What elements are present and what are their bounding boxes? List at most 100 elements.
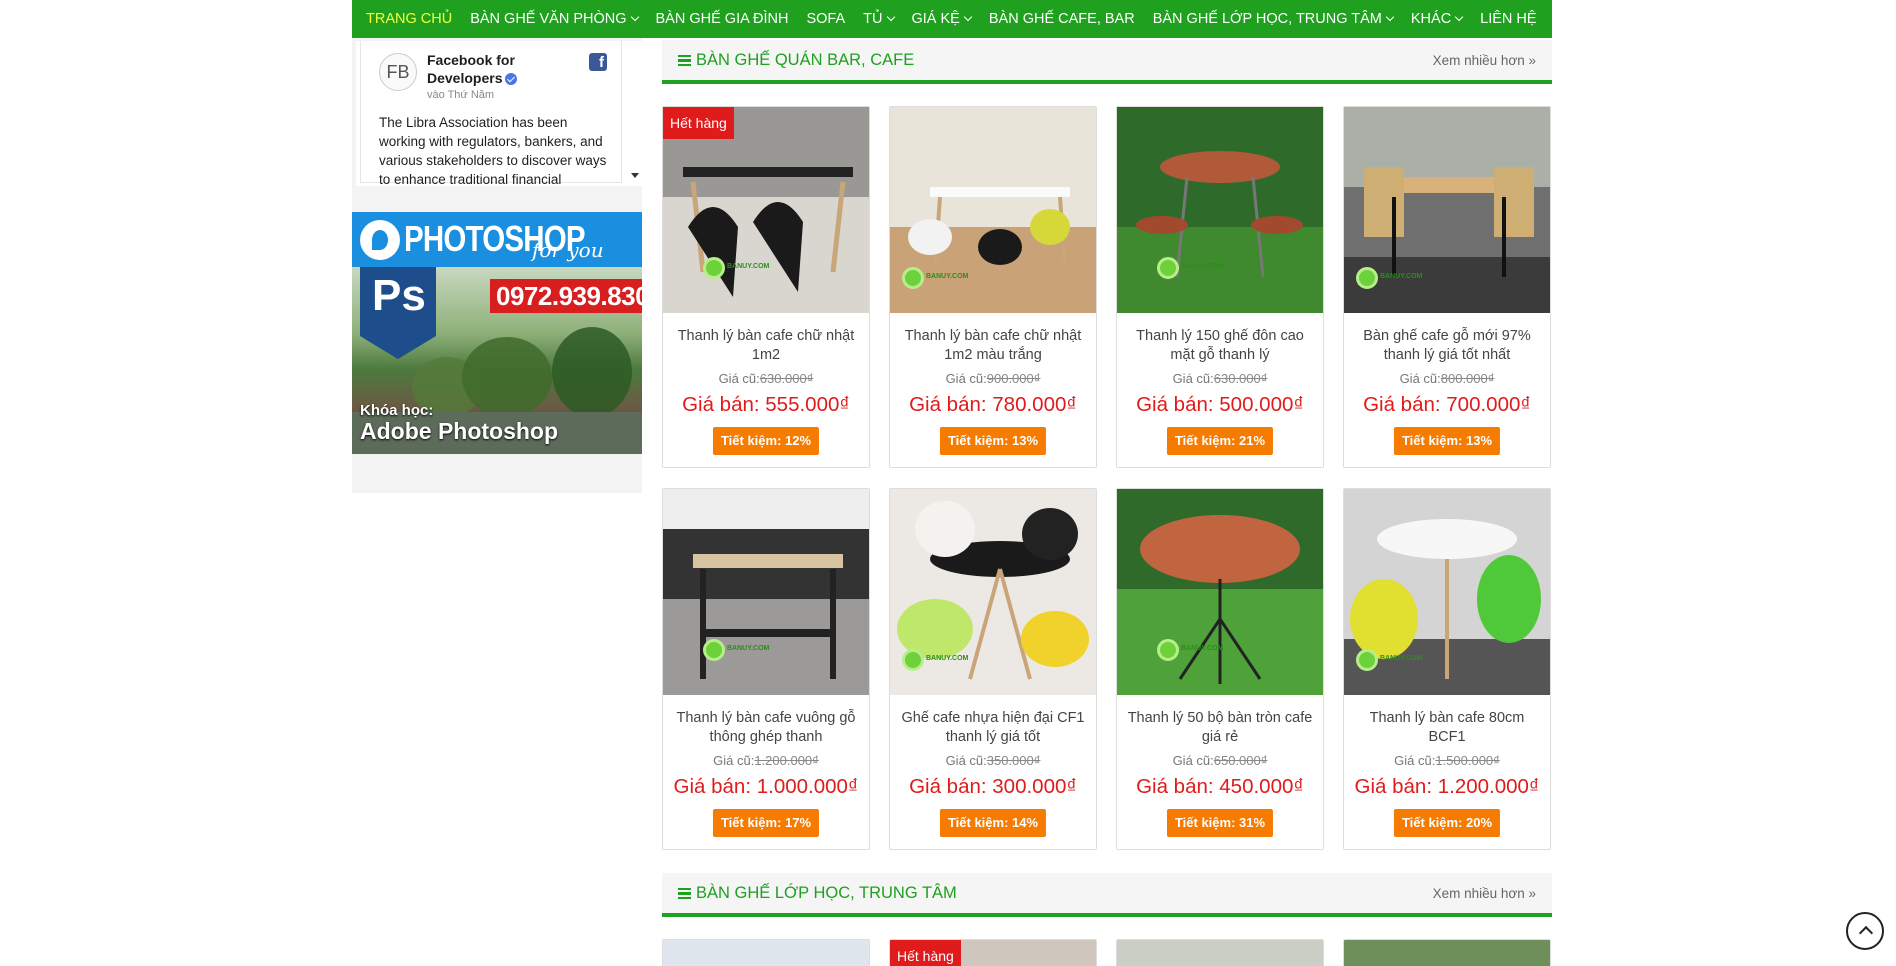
section-title[interactable]: BÀN GHẾ LỚP HỌC, TRUNG TÂM: [678, 884, 957, 903]
old-price: Giá cũ:630.000₫: [663, 371, 869, 386]
watermark-text: BANUY.COM: [926, 655, 969, 662]
product-name[interactable]: Thanh lý bàn cafe vuông gỗ thông ghép th…: [671, 709, 861, 747]
discount-badge: Tiết kiệm: 14%: [939, 809, 1047, 837]
product-image[interactable]: [1117, 940, 1323, 966]
view-more-link[interactable]: Xem nhiều hơn »: [1433, 53, 1536, 68]
discount-badge: Tiết kiệm: 12%: [712, 427, 820, 455]
facebook-widget[interactable]: FB Facebook for Developers vào Thứ Năm f…: [356, 41, 642, 186]
watermark-text: BANUY.COM: [1181, 645, 1224, 652]
chevron-down-icon: [886, 12, 895, 22]
product-image[interactable]: BANUY.COM: [890, 107, 1096, 313]
product-image[interactable]: BANUY.COM: [1117, 489, 1323, 695]
watermark-icon: [1157, 639, 1179, 661]
product-name[interactable]: Thanh lý 150 ghế đôn cao mặt gỗ thanh lý: [1125, 327, 1315, 365]
product-photo: [1117, 489, 1323, 695]
discount-badge: Tiết kiệm: 13%: [939, 427, 1047, 455]
chevron-down-icon: [630, 12, 639, 22]
product-image[interactable]: BANUY.COM: [1344, 107, 1550, 313]
product-name[interactable]: Ghế cafe nhựa hiện đại CF1 thanh lý giá …: [898, 709, 1088, 747]
old-price-label: Giá cũ:: [1399, 371, 1441, 386]
product-card[interactable]: BANUY.COM Ghế cafe nhựa hiện đại CF1 than…: [889, 488, 1097, 850]
product-card[interactable]: [662, 939, 870, 966]
product-name[interactable]: Thanh lý bàn cafe 80cm BCF1: [1352, 709, 1542, 747]
tree-shape: [462, 337, 552, 417]
scroll-to-top-button[interactable]: [1846, 912, 1884, 950]
banner-header: PHOTOSHOP for you: [352, 212, 642, 267]
banner-tagline: for you: [532, 238, 604, 262]
facebook-icon[interactable]: f: [589, 53, 607, 71]
product-card[interactable]: BANUY.COM Thanh lý bàn cafe 80cm BCF1 Giá …: [1343, 488, 1551, 850]
section-title[interactable]: BÀN GHẾ QUÁN BAR, CAFE: [678, 51, 914, 70]
watermark-icon: [902, 267, 924, 289]
nav-other[interactable]: KHÁC: [1411, 11, 1464, 27]
watermark-text: BANUY.COM: [727, 645, 770, 652]
chevron-down-icon: [1454, 12, 1464, 22]
sale-price: Giá bán: 300.000₫: [909, 775, 1077, 798]
discount-badge: Tiết kiệm: 17%: [712, 809, 820, 837]
sale-price: Giá bán: 500.000₫: [1136, 393, 1304, 416]
discount-badge: Tiết kiệm: 21%: [1166, 427, 1274, 455]
facebook-post-date[interactable]: vào Thứ Năm: [427, 89, 494, 101]
facebook-avatar[interactable]: FB: [379, 53, 417, 91]
product-image[interactable]: [1344, 940, 1550, 966]
scroll-down-icon[interactable]: [631, 173, 639, 178]
old-price-label: Giá cũ:: [1172, 753, 1214, 768]
photoshop-ad-banner[interactable]: PHOTOSHOP for you Ps 0972.939.830 Khóa h…: [352, 212, 642, 454]
product-name[interactable]: Thanh lý 50 bộ bàn tròn cafe giá rẻ: [1125, 709, 1315, 747]
nav-contact[interactable]: LIÊN HỆ: [1480, 11, 1536, 27]
view-more-link[interactable]: Xem nhiều hơn »: [1433, 886, 1536, 901]
old-price-value: 650.000₫: [1213, 753, 1268, 768]
old-price: Giá cũ:630.000₫: [1117, 371, 1323, 386]
watermark-icon: [703, 257, 725, 279]
nav-office-furniture[interactable]: BÀN GHẾ VĂN PHÒNG: [470, 11, 639, 27]
product-card[interactable]: BANUY.COM Thanh lý bàn cafe chữ nhật 1m2 …: [889, 106, 1097, 468]
old-price-label: Giá cũ:: [713, 753, 755, 768]
facebook-page-name[interactable]: Facebook for Developers: [427, 51, 577, 87]
old-price-label: Giá cũ:: [1394, 753, 1436, 768]
nav-sofa[interactable]: SOFA: [806, 11, 845, 27]
sale-price: Giá bán: 1.000.000₫: [673, 775, 859, 798]
old-price-label: Giá cũ:: [1172, 371, 1214, 386]
product-image[interactable]: BANUY.COM: [890, 489, 1096, 695]
nav-shelves[interactable]: GIÁ KỆ: [912, 11, 973, 27]
old-price-label: Giá cũ:: [945, 753, 987, 768]
product-card[interactable]: BANUY.COM Thanh lý bàn cafe vuông gỗ thôn…: [662, 488, 870, 850]
old-price-value: 350.000₫: [986, 753, 1041, 768]
watermark-text: BANUY.COM: [727, 263, 770, 270]
nav-cabinet[interactable]: TỦ: [863, 11, 895, 27]
product-image[interactable]: BANUY.COM: [663, 489, 869, 695]
section-header-classroom: BÀN GHẾ LỚP HỌC, TRUNG TÂM Xem nhiều hơn…: [662, 873, 1552, 917]
banner-course-name: Adobe Photoshop: [360, 418, 559, 444]
page: TRANG CHỦ BÀN GHẾ VĂN PHÒNG BÀN GHẾ GIA …: [0, 0, 1896, 966]
product-name[interactable]: Bàn ghế cafe gỗ mới 97% thanh lý giá tốt…: [1352, 327, 1542, 365]
product-card[interactable]: BANUY.COM Thanh lý 150 ghế đôn cao mặt gỗ…: [1116, 106, 1324, 468]
chevron-down-icon: [963, 12, 973, 22]
product-name[interactable]: Thanh lý bàn cafe chữ nhật 1m2 màu trắng: [898, 327, 1088, 365]
product-photo: [663, 489, 869, 695]
product-card[interactable]: BANUY.COM Bàn ghế cafe gỗ mới 97% thanh l…: [1343, 106, 1551, 468]
sale-price: Giá bán: 700.000₫: [1363, 393, 1531, 416]
watermark-icon: [902, 649, 924, 671]
nav-cafe-bar[interactable]: BÀN GHẾ CAFE, BAR: [989, 11, 1135, 27]
nav-home[interactable]: TRANG CHỦ: [366, 11, 452, 27]
old-price: Giá cũ:1.500.000₫: [1344, 753, 1550, 768]
product-card[interactable]: BANUY.COM Hết hàng Thanh lý bàn cafe chữ n…: [662, 106, 870, 468]
product-card[interactable]: Hết hàng: [889, 939, 1097, 966]
facebook-post[interactable]: FB Facebook for Developers vào Thứ Năm f…: [360, 41, 622, 186]
ps-badge-text: Ps: [372, 271, 426, 320]
product-image[interactable]: BANUY.COM: [1117, 107, 1323, 313]
product-image[interactable]: BANUY.COM: [1344, 489, 1550, 695]
tree-shape: [552, 327, 632, 417]
product-image[interactable]: [663, 940, 869, 966]
nav-home-furniture[interactable]: BÀN GHẾ GIA ĐÌNH: [656, 11, 789, 27]
nav-label: BÀN GHẾ VĂN PHÒNG: [470, 11, 627, 27]
nav-label: TỦ: [863, 11, 883, 27]
product-card[interactable]: BANUY.COM Thanh lý 50 bộ bàn tròn cafe gi…: [1116, 488, 1324, 850]
menu-icon: [678, 887, 691, 900]
nav-classroom[interactable]: BÀN GHẾ LỚP HỌC, TRUNG TÂM: [1153, 11, 1395, 27]
photoshop-logo-icon: [360, 220, 400, 260]
product-card[interactable]: [1116, 939, 1324, 966]
old-price-value: 1.500.000₫: [1435, 753, 1500, 768]
product-card[interactable]: [1343, 939, 1551, 966]
product-name[interactable]: Thanh lý bàn cafe chữ nhật 1m2: [671, 327, 861, 365]
